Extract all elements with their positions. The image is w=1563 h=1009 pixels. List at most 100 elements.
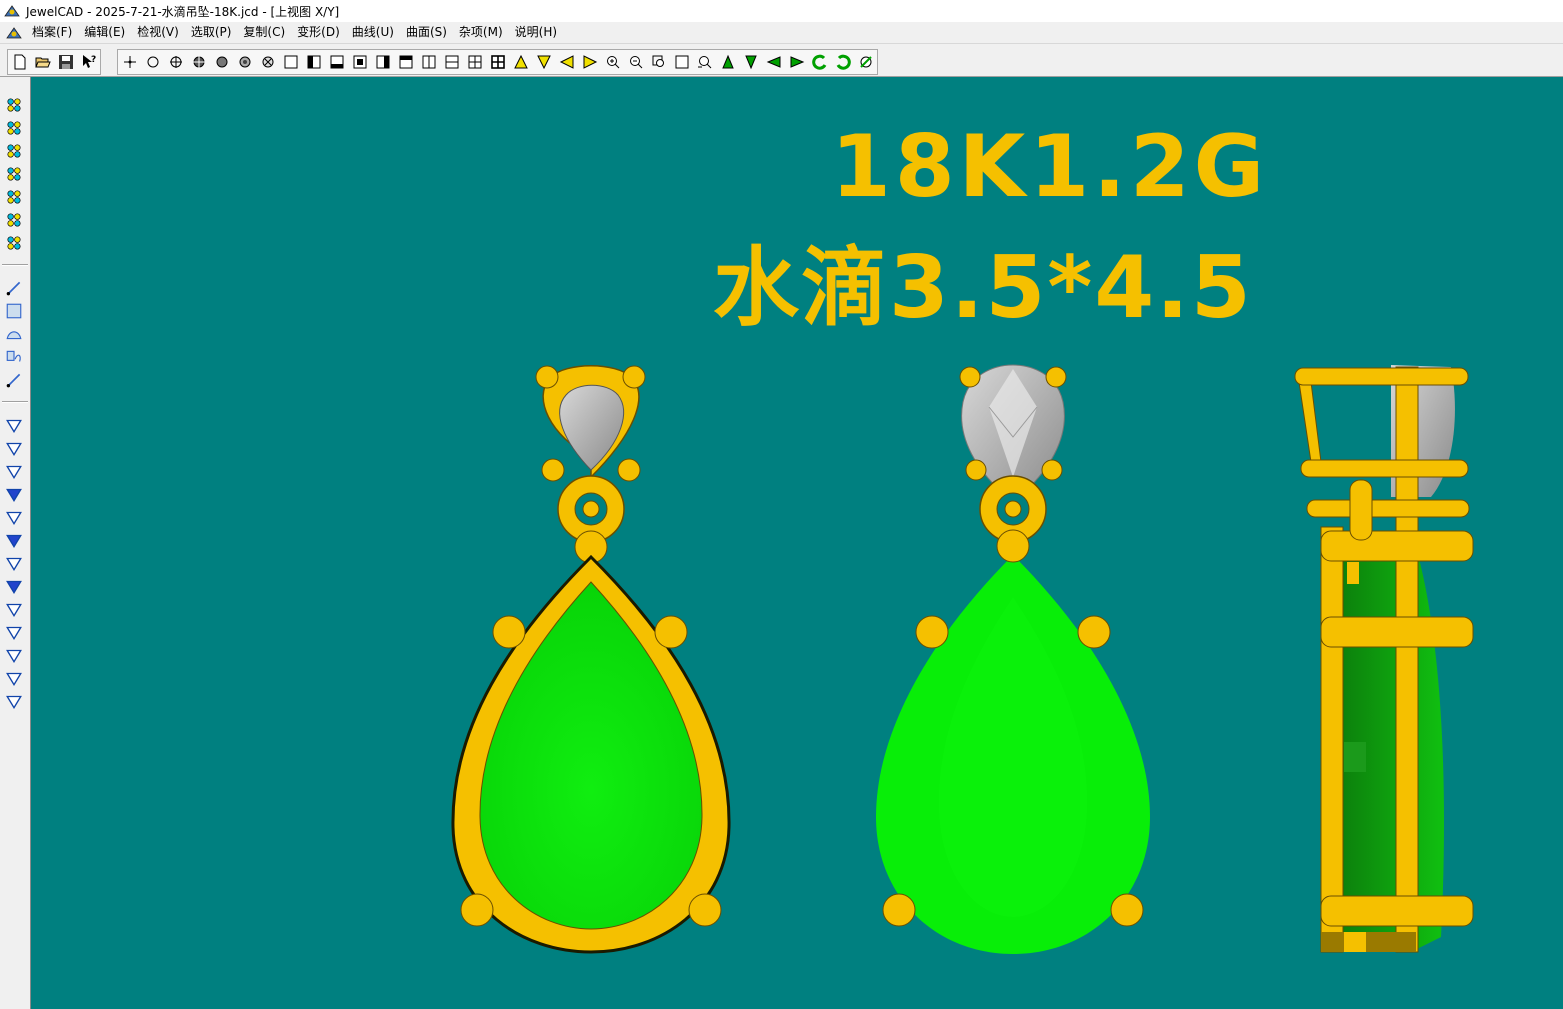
menu-view[interactable]: 检视(V) [131,22,185,43]
surface-slant-filled-button[interactable] [4,576,24,596]
surface-arrows-button[interactable] [4,691,24,711]
arc-curve-button[interactable] [4,324,24,344]
menu-misc[interactable]: 杂项(M) [453,22,509,43]
solid-sphere-button[interactable] [211,51,233,73]
surface-funnel-filled-button[interactable] [4,530,24,550]
menu-bar: 档案(F) 编辑(E) 检视(V) 选取(P) 复制(C) 变形(D) 曲线(U… [0,22,1563,44]
point-add-icon [6,373,21,388]
crosshair-circle-button[interactable] [165,51,187,73]
top-view-viewport[interactable]: 18K1.2G 水滴3.5*4.5 [31,77,1563,1009]
zoom-in-icon [606,56,619,69]
select-chain-button[interactable] [4,164,24,184]
point-mode-button[interactable] [119,51,141,73]
zoom-fit-button[interactable] [671,51,693,73]
arrow-left-button[interactable] [556,51,578,73]
menu-edit[interactable]: 编辑(E) [78,22,131,43]
rotate-ccw-button[interactable] [809,51,831,73]
curve-pen-button[interactable] [4,278,24,298]
select-chain-icon [7,167,21,181]
pendant-front-bezel[interactable] [451,365,731,954]
view-grid-button[interactable] [487,51,509,73]
rotate-left-button[interactable] [763,51,785,73]
view-toolbar-group [117,49,878,75]
save-file-button[interactable] [55,51,77,73]
point-add-button[interactable] [4,370,24,390]
rotate-down-icon [744,55,757,70]
select-grid-button[interactable] [4,187,24,207]
zoom-out-button[interactable] [625,51,647,73]
menu-surface[interactable]: 曲面(S) [400,22,453,43]
pendant-side-view[interactable] [1294,365,1474,953]
surface-slant-button[interactable] [4,553,24,573]
toolbar-separator [2,401,28,403]
xray-sphere-button[interactable] [257,51,279,73]
surface-loop-button[interactable] [4,622,24,642]
view-quad-button[interactable] [464,51,486,73]
new-file-icon [14,54,25,70]
zoom-in-button[interactable] [602,51,624,73]
view-top-button[interactable] [395,51,417,73]
menu-curve[interactable]: 曲线(U) [346,22,400,43]
new-file-button[interactable] [9,51,31,73]
weight-label: 18K1.2G [831,117,1269,217]
pendant-front-prong[interactable] [876,364,1150,954]
surface-tube-button[interactable] [4,668,24,688]
surface-arc-button[interactable] [4,415,24,435]
view-right-button[interactable] [372,51,394,73]
view-quad-icon [468,55,481,69]
view-left-button[interactable] [303,51,325,73]
zoom-window-button[interactable] [648,51,670,73]
document-icon[interactable] [6,26,22,40]
select-grid-icon [7,190,21,204]
filled-crosshair-button[interactable] [188,51,210,73]
surface-cone-filled-icon [6,488,22,503]
arrow-up-button[interactable] [510,51,532,73]
view-bottom-button[interactable] [326,51,348,73]
surface-bowtie-button[interactable] [4,599,24,619]
select-diagonal-button[interactable] [4,210,24,230]
rotate-down-button[interactable] [740,51,762,73]
reset-view-button[interactable] [855,51,877,73]
menu-copy[interactable]: 复制(C) [237,22,291,43]
surface-funnel-icon [6,511,22,526]
zoom-realtime-button[interactable] [694,51,716,73]
reset-view-icon [859,56,872,68]
surface-funnel-button[interactable] [4,507,24,527]
select-cluster-button[interactable] [4,233,24,253]
menu-select[interactable]: 选取(P) [185,22,238,43]
select-stack-button[interactable] [4,141,24,161]
menu-deform[interactable]: 变形(D) [291,22,346,43]
shape-curve-icon [6,350,21,362]
view-center-icon [353,55,366,69]
rectangle-curve-icon [6,303,22,319]
surface-rotate-button[interactable] [4,438,24,458]
menu-file[interactable]: 档案(F) [26,22,78,43]
rotate-up-button[interactable] [717,51,739,73]
view-split-vertical-button[interactable] [418,51,440,73]
select-pointer-button[interactable] [4,95,24,115]
rotate-cw-button[interactable] [832,51,854,73]
shape-curve-button[interactable] [4,347,24,367]
arrow-right-button[interactable] [579,51,601,73]
surface-wave-button[interactable] [4,645,24,665]
svg-text:?: ? [91,55,96,65]
arrow-down-button[interactable] [533,51,555,73]
rectangle-curve-button[interactable] [4,301,24,321]
xray-sphere-icon [262,56,273,68]
surface-cone-button[interactable] [4,461,24,481]
main-toolbar: ? [0,45,1563,77]
select-pair-button[interactable] [4,118,24,138]
point-mode-icon [123,56,136,68]
shaded-sphere-button[interactable] [234,51,256,73]
view-split-horizontal-button[interactable] [441,51,463,73]
view-center-button[interactable] [349,51,371,73]
select-pair-icon [7,121,21,135]
surface-cone-filled-button[interactable] [4,484,24,504]
menu-help[interactable]: 说明(H) [509,22,563,43]
help-pointer-button[interactable]: ? [78,51,100,73]
rotate-right-button[interactable] [786,51,808,73]
open-file-button[interactable] [32,51,54,73]
surface-slant-icon [6,557,22,572]
view-single-button[interactable] [280,51,302,73]
circle-outline-button[interactable] [142,51,164,73]
